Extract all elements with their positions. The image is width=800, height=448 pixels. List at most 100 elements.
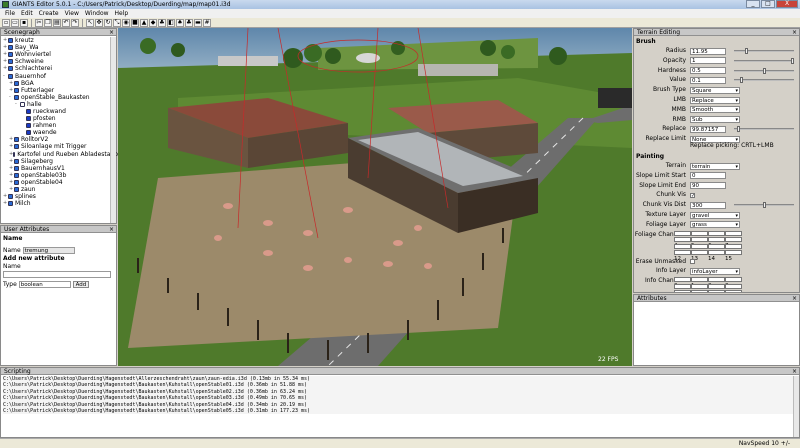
new-file-icon[interactable]: ▫: [2, 18, 10, 27]
foliage-channels-channel-checkbox[interactable]: [708, 250, 725, 256]
rotate-icon[interactable]: ↻: [104, 18, 112, 27]
scenegraph-node[interactable]: + Milch: [3, 200, 114, 207]
open-folder-icon[interactable]: ▭: [11, 18, 19, 27]
brush-type-select[interactable]: Square: [690, 86, 740, 94]
add-attribute-button[interactable]: Add: [72, 281, 90, 288]
replace-slider-handle[interactable]: [736, 126, 740, 133]
info-channels-channel-checkbox[interactable]: [725, 283, 742, 289]
foliage-channels-channel-checkbox[interactable]: [725, 237, 742, 243]
scenegraph-node[interactable]: + Schweine: [3, 58, 114, 65]
scale-icon[interactable]: ⤡: [113, 18, 121, 27]
scenegraph-node[interactable]: + splines: [3, 193, 114, 200]
close-icon[interactable]: ×: [109, 226, 114, 233]
value-slider[interactable]: [734, 77, 794, 84]
chunk-vis-checkbox[interactable]: ✓: [690, 192, 695, 198]
foliage-channels-channel-checkbox[interactable]: [725, 243, 742, 249]
menu-view[interactable]: View: [62, 10, 82, 17]
info-channels-channel-checkbox[interactable]: [691, 283, 708, 289]
foliage-channels-channel-checkbox[interactable]: [674, 250, 691, 256]
info-channels-channel-checkbox[interactable]: [691, 277, 708, 283]
type-select[interactable]: boolean: [18, 281, 71, 288]
scenegraph-node[interactable]: rahmen: [3, 122, 114, 129]
foliage-channels-channel-checkbox[interactable]: [691, 250, 708, 256]
node-name-field[interactable]: tremung: [22, 247, 75, 254]
replace-slider[interactable]: [734, 126, 794, 133]
info-channels-channel-checkbox[interactable]: [708, 277, 725, 283]
new-attribute-name-input[interactable]: [3, 271, 111, 278]
move-icon[interactable]: ✥: [95, 18, 103, 27]
close-button[interactable]: X: [776, 0, 798, 8]
close-icon[interactable]: ×: [792, 295, 797, 302]
lmb-mode-select[interactable]: Replace: [690, 96, 740, 104]
info-channels-channel-checkbox[interactable]: [674, 277, 691, 283]
scenegraph-node[interactable]: + Kartofel und Rueben Abladestation: [3, 151, 122, 158]
info-channels-channel-checkbox[interactable]: [725, 290, 742, 292]
terrain-select[interactable]: terrain: [690, 162, 740, 170]
info-channels-channel-checkbox[interactable]: [708, 290, 725, 292]
stop-icon[interactable]: ■: [131, 18, 139, 27]
scenegraph-node[interactable]: - halle: [3, 101, 114, 108]
foliage-channels-channel-checkbox[interactable]: [674, 243, 691, 249]
scenegraph-scrollbar[interactable]: [110, 37, 116, 223]
rmb-mode-select[interactable]: Sub: [690, 116, 740, 124]
scenegraph-node[interactable]: + RolltorV2: [3, 136, 114, 143]
foliage-paint-icon[interactable]: ♣: [158, 18, 166, 27]
radius-slider-handle[interactable]: [745, 48, 749, 54]
info-paint-icon[interactable]: ◧: [167, 18, 175, 27]
scenegraph-node[interactable]: rueckwand: [3, 108, 114, 115]
select-icon[interactable]: ↖: [86, 18, 94, 27]
radius-input[interactable]: 11.95: [690, 47, 726, 55]
menu-create[interactable]: Create: [36, 10, 62, 17]
foliage-channels-channel-checkbox[interactable]: [674, 237, 691, 243]
slope-limit-end-input[interactable]: 90: [690, 182, 726, 190]
scenegraph-node[interactable]: + Bay_Wa: [3, 44, 114, 51]
scenegraph-node[interactable]: + Wohnviertel: [3, 51, 114, 58]
foliage-channels-channel-checkbox[interactable]: [674, 230, 691, 236]
chunk-vis-dist-slider[interactable]: [734, 202, 794, 209]
scenegraph-node[interactable]: + openStable03b: [3, 172, 114, 179]
scripting-log[interactable]: C:\Users\Patrick\Desktop\Duerding\Hagens…: [1, 375, 799, 415]
info-channels-channel-checkbox[interactable]: [674, 283, 691, 289]
opacity-slider[interactable]: [734, 57, 794, 64]
maximize-button[interactable]: □: [761, 0, 775, 8]
info-channels-channel[interactable]: 11: [725, 290, 742, 292]
foliage-channels-channel-checkbox[interactable]: [691, 230, 708, 236]
scenegraph-node[interactable]: + BGA: [3, 80, 114, 87]
grass-icon[interactable]: ♠: [176, 18, 184, 27]
3d-viewport[interactable]: 22 FPS: [118, 28, 632, 366]
foliage-layer-select[interactable]: grass: [690, 221, 740, 229]
info-channels-channel[interactable]: 9: [691, 290, 708, 292]
slope-limit-start-input[interactable]: 0: [690, 172, 726, 180]
mmb-mode-select[interactable]: Smooth: [690, 106, 740, 114]
erase-unmasked-checkbox[interactable]: [690, 259, 695, 265]
scenegraph-node[interactable]: pfosten: [3, 115, 114, 122]
scenegraph-node[interactable]: + kreutz: [3, 37, 114, 44]
scenegraph-node[interactable]: + Futterlager: [3, 87, 114, 94]
info-channels-channel-checkbox[interactable]: [674, 290, 691, 292]
scenegraph-node[interactable]: - openStable_Baukasten: [3, 94, 114, 101]
info-channels-channel[interactable]: 8: [674, 290, 691, 292]
opacity-input[interactable]: 1: [690, 57, 726, 65]
foliage-channels-channel-checkbox[interactable]: [691, 243, 708, 249]
foliage-channels-channel-checkbox[interactable]: [708, 230, 725, 236]
scenegraph-node[interactable]: + zaun: [3, 186, 114, 193]
scenegraph-node[interactable]: + Siloanlage mit Trigger: [3, 143, 114, 150]
foliage-channels-channel-checkbox[interactable]: [725, 250, 742, 256]
menu-edit[interactable]: Edit: [18, 10, 36, 17]
tree-icon[interactable]: ♣: [185, 18, 193, 27]
hardness-slider[interactable]: [734, 67, 794, 74]
info-channels-channel-checkbox[interactable]: [725, 277, 742, 283]
value-input[interactable]: 0.1: [690, 76, 726, 84]
scenegraph-node[interactable]: + Silageberg: [3, 158, 114, 165]
menu-file[interactable]: File: [2, 10, 18, 17]
redo-icon[interactable]: ↷: [71, 18, 79, 27]
copy-icon[interactable]: ❐: [44, 18, 52, 27]
scenegraph-node[interactable]: + Schlachterei: [3, 65, 114, 72]
hardness-slider-handle[interactable]: [762, 67, 766, 74]
close-icon[interactable]: ×: [792, 368, 797, 375]
scenegraph-tree[interactable]: + kreutz + Bay_Wa + Wohnviertel + Schweine + Schl…: [1, 36, 122, 208]
foliage-channels-channel-checkbox[interactable]: [725, 230, 742, 236]
scripting-scrollbar[interactable]: [793, 376, 799, 437]
hardness-input[interactable]: 0.5: [690, 67, 726, 75]
info-channels-channel-checkbox[interactable]: [691, 290, 708, 292]
